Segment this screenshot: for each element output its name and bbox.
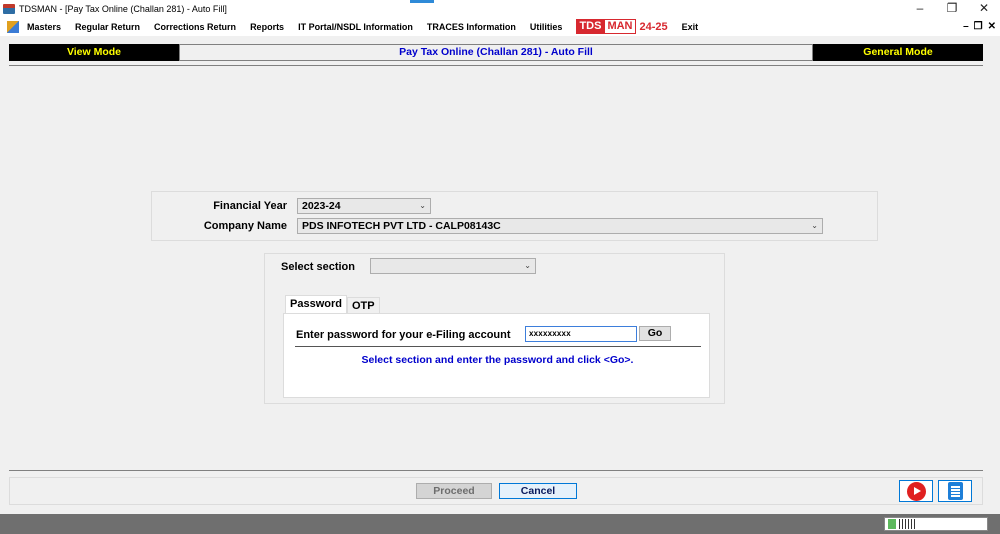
password-tab-pane: Enter password for your e-Filing account… — [283, 313, 710, 398]
mdi-controls: – ❐ ✕ — [963, 17, 996, 36]
mode-bar: View Mode Pay Tax Online (Challan 281) -… — [9, 44, 983, 61]
menu-masters[interactable]: Masters — [27, 22, 61, 32]
titlebar-accent — [410, 0, 434, 3]
chevron-down-icon: ⌄ — [811, 221, 818, 230]
selection-panel: Financial Year 2023-24 ⌄ Company Name PD… — [151, 191, 878, 241]
menu-bar: Masters Regular Return Corrections Retur… — [0, 17, 1000, 36]
page-title: Pay Tax Online (Challan 281) - Auto Fill — [179, 44, 813, 61]
menu-regular-return[interactable]: Regular Return — [75, 22, 140, 32]
brand-version: 24-25 — [639, 20, 668, 33]
company-name-value: PDS INFOTECH PVT LTD - CALP08143C — [302, 220, 501, 232]
brand-man: MAN — [604, 19, 636, 34]
tdsman-brand: TDS MAN 24-25 — [576, 19, 668, 34]
video-help-button[interactable] — [899, 480, 933, 502]
minimize-icon[interactable]: – — [904, 0, 936, 17]
menu-utilities[interactable]: Utilities — [530, 22, 563, 32]
tdsman-app-icon — [3, 3, 15, 14]
general-mode-label: General Mode — [813, 44, 983, 61]
password-input[interactable]: xxxxxxxxx — [525, 326, 637, 342]
mdi-minimize-icon[interactable]: – — [963, 21, 969, 32]
company-name-label: Company Name — [203, 220, 287, 232]
chevron-down-icon: ⌄ — [524, 261, 531, 270]
database-icon — [888, 519, 896, 529]
section-panel: Select section ⌄ Password OTP Enter pass… — [264, 253, 725, 404]
menu-traces[interactable]: TRACES Information — [427, 22, 516, 32]
mdi-restore-icon[interactable]: ❐ — [974, 21, 983, 32]
brand-tds: TDS — [576, 19, 605, 34]
menu-exit[interactable]: Exit — [682, 22, 699, 32]
view-mode-label: View Mode — [9, 44, 179, 61]
status-bar — [0, 514, 1000, 534]
menu-it-portal[interactable]: IT Portal/NSDL Information — [298, 22, 413, 32]
menu-reports[interactable]: Reports — [250, 22, 284, 32]
password-divider — [295, 346, 701, 347]
status-indicator — [884, 517, 988, 531]
financial-year-label: Financial Year — [213, 200, 287, 212]
cancel-button[interactable]: Cancel — [499, 483, 577, 499]
header-divider — [9, 65, 983, 66]
auth-tabs: Password OTP — [285, 295, 380, 315]
instruction-text: Select section and enter the password an… — [361, 354, 634, 366]
select-section-select[interactable]: ⌄ — [370, 258, 536, 274]
proceed-button[interactable]: Proceed — [416, 483, 492, 499]
password-label: Enter password for your e-Filing account — [296, 329, 511, 341]
youtube-play-icon — [906, 481, 926, 501]
window-title: TDSMAN - [Pay Tax Online (Challan 281) -… — [19, 3, 227, 14]
footer-divider — [9, 470, 983, 471]
progress-icon — [899, 519, 915, 529]
go-button[interactable]: Go — [639, 326, 671, 341]
mdi-child-icon[interactable] — [7, 20, 19, 33]
tab-password[interactable]: Password — [285, 295, 347, 315]
mdi-close-icon[interactable]: ✕ — [988, 21, 996, 32]
footer-bar: Proceed Cancel — [9, 477, 983, 505]
menu-corrections-return[interactable]: Corrections Return — [154, 22, 236, 32]
select-section-label: Select section — [281, 261, 355, 273]
financial-year-value: 2023-24 — [302, 200, 341, 212]
chevron-down-icon: ⌄ — [419, 201, 426, 210]
window-controls: – ❐ ✕ — [904, 0, 1000, 17]
document-help-button[interactable] — [938, 480, 972, 502]
close-icon[interactable]: ✕ — [968, 0, 1000, 17]
window-titlebar: TDSMAN - [Pay Tax Online (Challan 281) -… — [0, 0, 1000, 17]
document-icon — [947, 482, 963, 500]
restore-icon[interactable]: ❐ — [936, 0, 968, 17]
financial-year-select[interactable]: 2023-24 ⌄ — [297, 198, 431, 214]
company-name-select[interactable]: PDS INFOTECH PVT LTD - CALP08143C ⌄ — [297, 218, 823, 234]
